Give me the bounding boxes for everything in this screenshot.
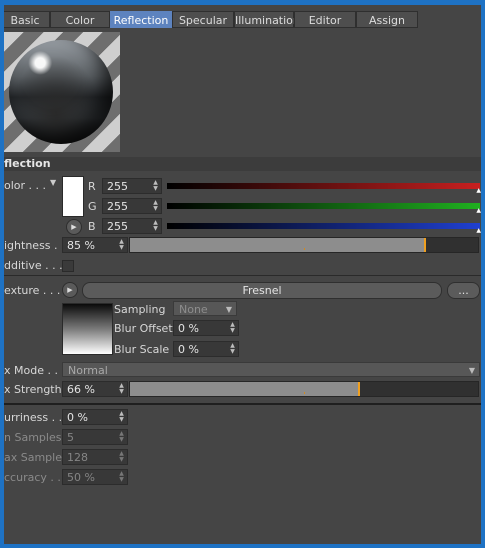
color-expand-icon[interactable]: ▼ bbox=[50, 178, 56, 187]
material-preview[interactable] bbox=[4, 32, 120, 152]
min-samples-field: 5 ▲ ▼ bbox=[62, 429, 128, 445]
preview-sphere bbox=[9, 40, 113, 144]
sampling-label: Sampling bbox=[114, 303, 166, 316]
accuracy-field: 50 % ▲ ▼ bbox=[62, 469, 128, 485]
max-samples-label: ax Samples bbox=[4, 451, 68, 464]
g-label: G bbox=[88, 200, 97, 213]
blur-scale-spinner-icon[interactable]: ▲ ▼ bbox=[229, 343, 236, 355]
blur-offset-field[interactable]: 0 % ▲ ▼ bbox=[173, 320, 239, 336]
mix-strength-slider-fill bbox=[130, 382, 360, 396]
g-field[interactable]: 255 ▲ ▼ bbox=[102, 198, 162, 214]
mix-strength-spinner-icon[interactable]: ▲ ▼ bbox=[118, 383, 125, 395]
material-editor-panel: Basic Color Reflection Specular Illumina… bbox=[4, 5, 481, 544]
b-gradient-slider[interactable]: ▲ bbox=[167, 223, 481, 234]
blurriness-field[interactable]: 0 % ▲ ▼ bbox=[62, 409, 128, 425]
divider bbox=[4, 275, 481, 276]
mix-mode-dropdown[interactable]: Normal ▼ bbox=[62, 362, 480, 377]
tab-color[interactable]: Color bbox=[50, 11, 110, 28]
mix-strength-field[interactable]: 66 % ▲ ▼ bbox=[62, 381, 128, 397]
brightness-spinner-icon[interactable]: ▲ ▼ bbox=[118, 239, 125, 251]
blur-scale-field[interactable]: 0 % ▲ ▼ bbox=[173, 341, 239, 357]
texture-options-button[interactable]: ▶ bbox=[62, 282, 78, 298]
b-slider-handle-icon[interactable]: ▲ bbox=[476, 227, 481, 234]
brightness-field[interactable]: 85 % ▲ ▼ bbox=[62, 237, 128, 253]
accuracy-spinner-icon: ▲ ▼ bbox=[119, 470, 124, 483]
b-field[interactable]: 255 ▲ ▼ bbox=[102, 218, 162, 234]
sampling-dropdown[interactable]: None ▼ bbox=[173, 301, 237, 316]
section-title: flection bbox=[4, 157, 481, 171]
mix-strength-slider-handle[interactable] bbox=[357, 382, 360, 396]
brightness-slider[interactable] bbox=[129, 237, 479, 253]
brightness-slider-fill bbox=[130, 238, 426, 252]
mix-strength-slider-midtick bbox=[304, 392, 305, 394]
tab-illumination[interactable]: Illumination bbox=[234, 11, 300, 28]
tab-reflection[interactable]: Reflection bbox=[110, 11, 172, 28]
color-swatch[interactable] bbox=[62, 176, 84, 217]
r-slider-handle-icon[interactable]: ▲ bbox=[476, 187, 481, 194]
tab-specular[interactable]: Specular bbox=[172, 11, 234, 28]
r-spinner-icon[interactable]: ▲ ▼ bbox=[152, 180, 159, 192]
brightness-slider-midtick bbox=[304, 248, 305, 250]
texture-label: exture . . . . bbox=[4, 284, 68, 297]
g-spinner-icon[interactable]: ▲ ▼ bbox=[152, 200, 159, 212]
brightness-slider-handle[interactable] bbox=[423, 238, 426, 252]
blurriness-label: urriness . . . bbox=[4, 411, 70, 424]
max-samples-field: 128 ▲ ▼ bbox=[62, 449, 128, 465]
chevron-down-icon: ▼ bbox=[225, 305, 232, 314]
mix-strength-slider[interactable] bbox=[129, 381, 479, 397]
tab-basic[interactable]: Basic bbox=[4, 11, 50, 28]
additive-checkbox[interactable] bbox=[62, 260, 74, 272]
blur-scale-label: Blur Scale bbox=[114, 343, 170, 356]
max-samples-spinner-icon: ▲ ▼ bbox=[119, 450, 124, 463]
chevron-down-icon: ▼ bbox=[468, 366, 475, 375]
blurriness-spinner-icon[interactable]: ▲ ▼ bbox=[118, 411, 125, 423]
b-label: B bbox=[88, 220, 96, 233]
r-field[interactable]: 255 ▲ ▼ bbox=[102, 178, 162, 194]
accuracy-label: ccuracy . . . bbox=[4, 471, 68, 484]
divider bbox=[4, 403, 481, 405]
mix-strength-label: x Strength bbox=[4, 383, 62, 396]
r-gradient-slider[interactable]: ▲ bbox=[167, 183, 481, 194]
additive-label: dditive . . . bbox=[4, 259, 63, 272]
min-samples-spinner-icon: ▲ ▼ bbox=[119, 430, 124, 443]
color-label: olor . . . bbox=[4, 179, 47, 192]
blur-offset-spinner-icon[interactable]: ▲ ▼ bbox=[229, 322, 236, 334]
b-spinner-icon[interactable]: ▲ ▼ bbox=[152, 220, 159, 232]
texture-more-button[interactable]: ... bbox=[447, 282, 480, 299]
texture-shader-button[interactable]: Fresnel bbox=[82, 282, 442, 299]
mix-mode-label: x Mode . . . bbox=[4, 364, 65, 377]
min-samples-label: n Samples bbox=[4, 431, 62, 444]
color-options-button[interactable]: ▶ bbox=[66, 219, 82, 235]
r-label: R bbox=[88, 180, 96, 193]
g-gradient-slider[interactable]: ▲ bbox=[167, 203, 481, 214]
tab-editor[interactable]: Editor bbox=[294, 11, 356, 28]
texture-thumbnail[interactable] bbox=[62, 303, 113, 355]
tab-assign[interactable]: Assign bbox=[356, 11, 418, 28]
g-slider-handle-icon[interactable]: ▲ bbox=[476, 207, 481, 214]
blur-offset-label: Blur Offset bbox=[114, 322, 173, 335]
